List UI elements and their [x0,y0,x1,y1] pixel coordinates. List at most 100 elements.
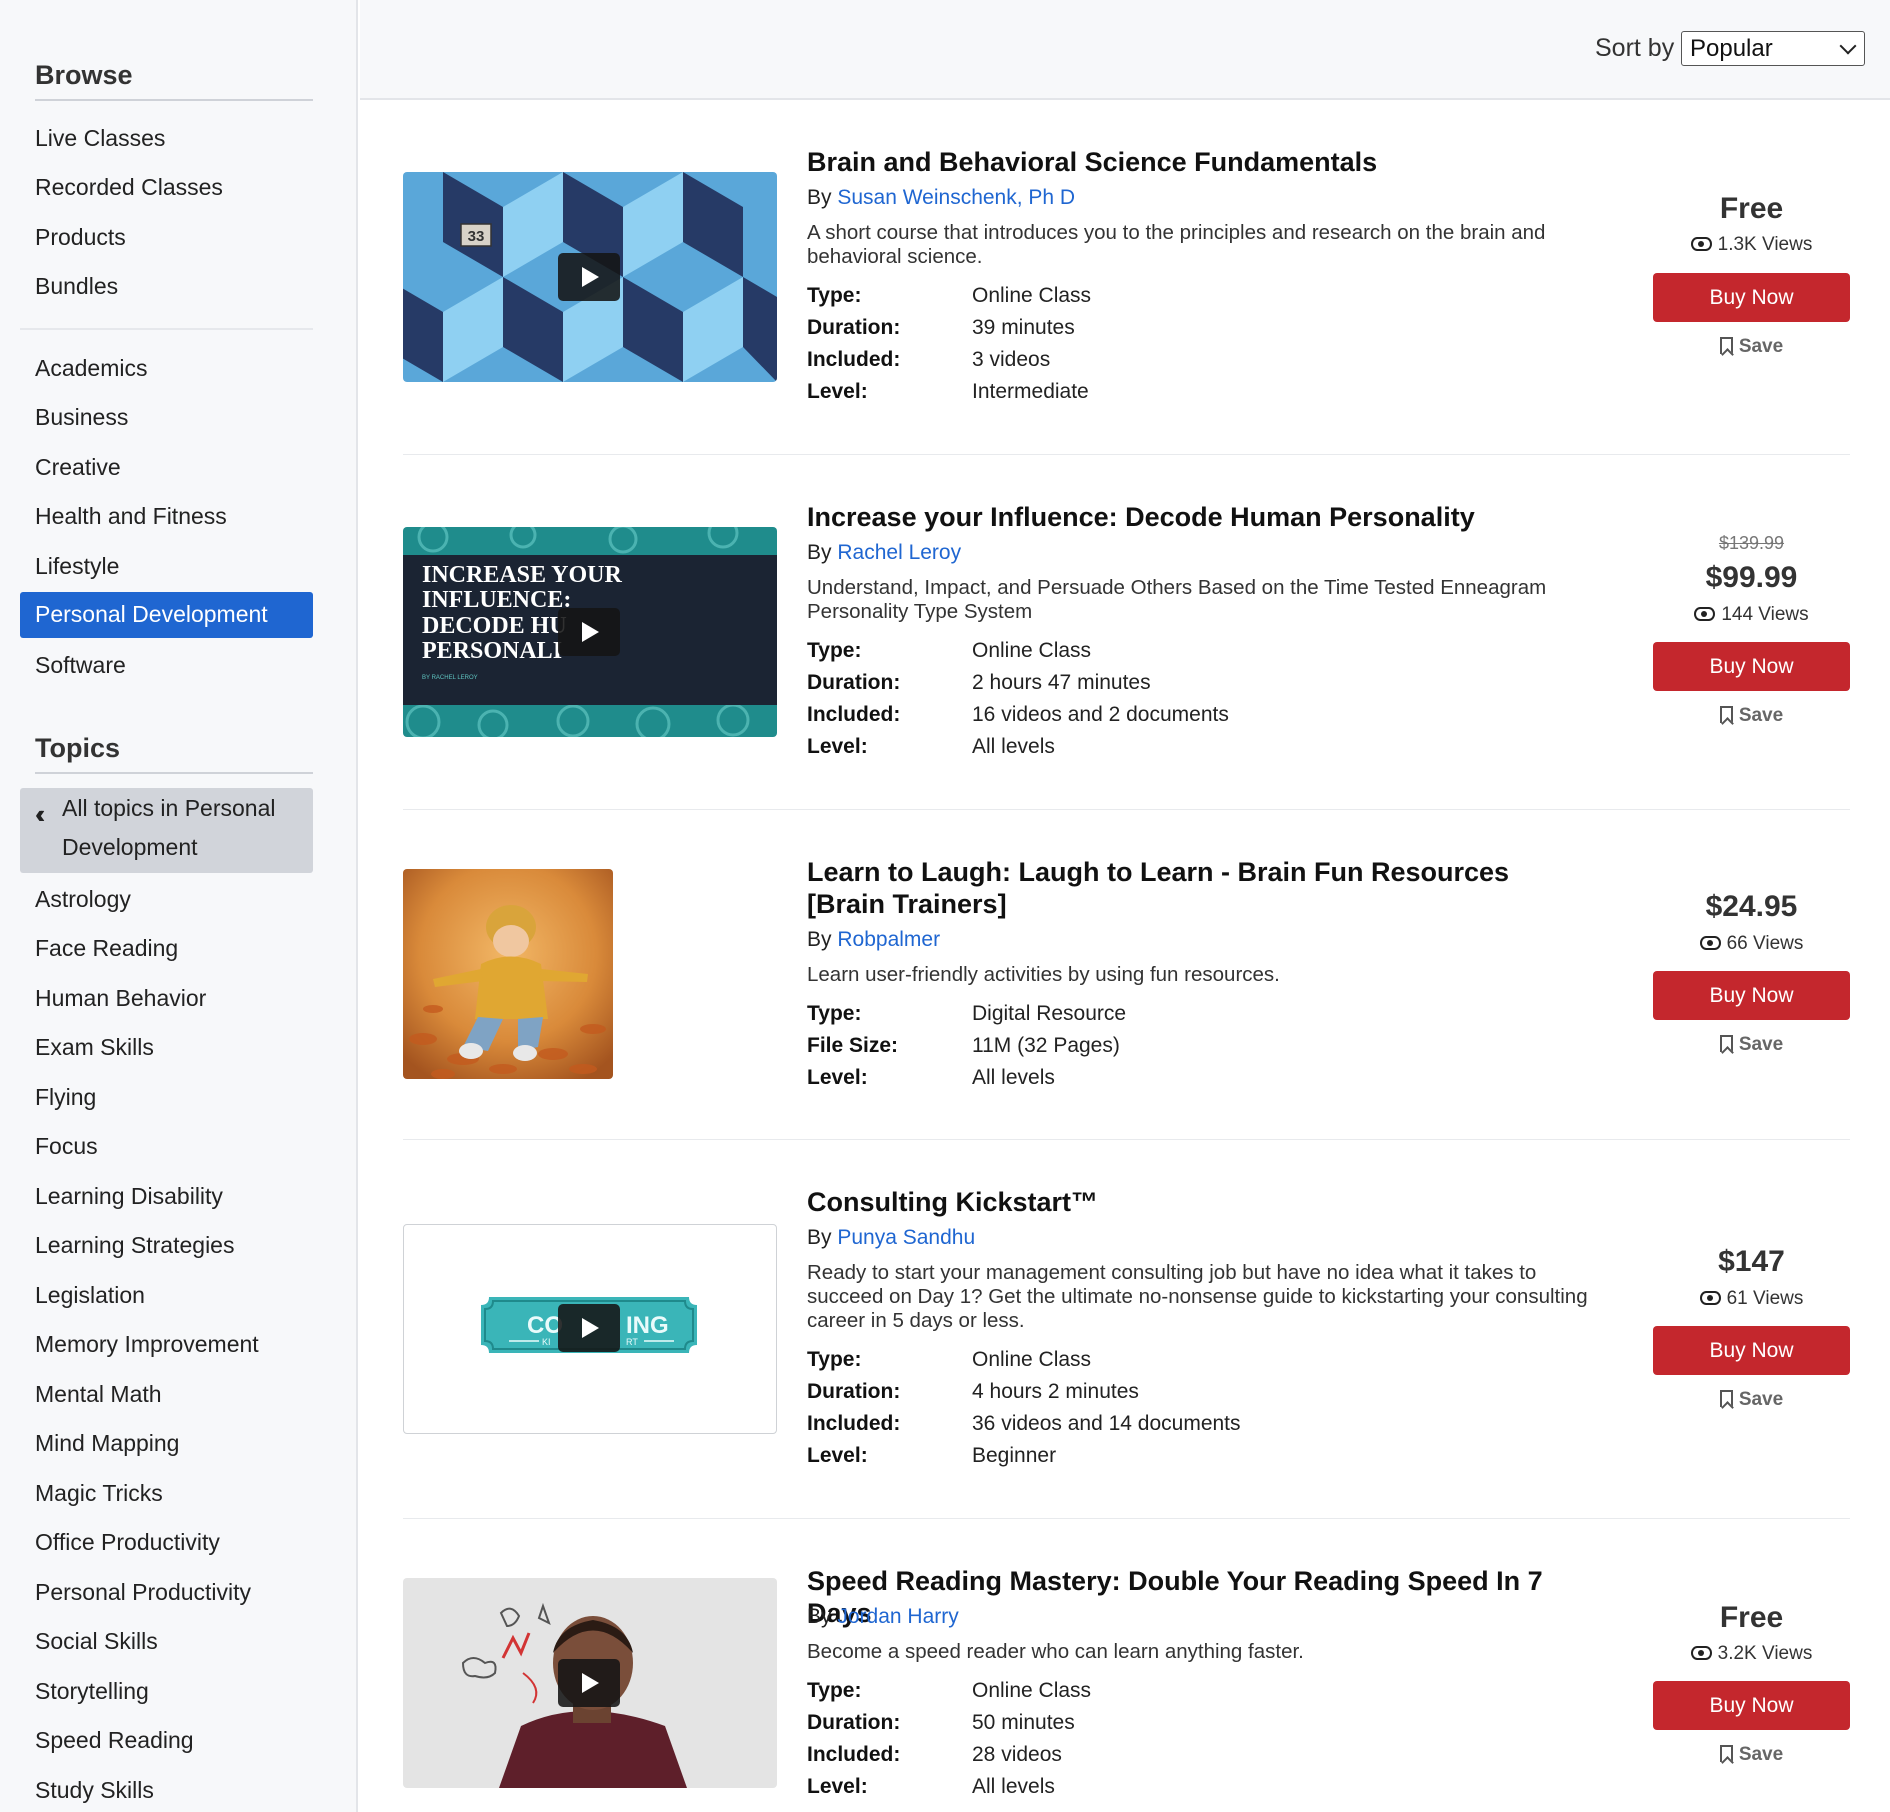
topic-item[interactable]: Storytelling [35,1678,149,1705]
sidebar-item-academics[interactable]: Academics [35,355,147,382]
course-thumbnail[interactable]: INCREASE YOUR INFLUENCE: DECODE HU PERSO… [403,527,777,737]
meta-key: Type: [807,1679,862,1702]
save-label: Save [1738,1744,1784,1765]
play-icon[interactable] [558,1659,620,1707]
sidebar-item-health-fitness[interactable]: Health and Fitness [35,503,227,530]
topic-item[interactable]: Focus [35,1133,98,1160]
topics-heading: Topics [35,733,121,763]
author-link[interactable]: Rachel Leroy [837,541,961,564]
topic-item[interactable]: Mind Mapping [35,1430,179,1457]
meta-key: File Size: [807,1034,899,1057]
list-item: INCREASE YOUR INFLUENCE: DECODE HU PERSO… [403,495,1850,785]
buy-now-button[interactable]: Buy Now [1653,1681,1850,1730]
item-divider [403,1518,1850,1519]
topic-item[interactable]: Speed Reading [35,1727,194,1754]
meta-key: Type: [807,639,862,662]
eye-icon [1690,237,1712,251]
all-topics-link[interactable]: ‹‹ All topics in Personal Development [20,788,313,873]
eye-icon [1699,936,1721,950]
buy-now-button[interactable]: Buy Now [1653,642,1850,691]
double-chevron-left-icon: ‹‹ [35,799,46,829]
bookmark-icon [1719,1390,1733,1407]
price: $147 [1718,1245,1785,1278]
save-button[interactable]: Save [1653,705,1850,727]
product-thumbnail[interactable] [403,869,613,1079]
sidebar-item-business[interactable]: Business [35,404,128,431]
sidebar-item-bundles[interactable]: Bundles [35,273,118,300]
sidebar-item-live-classes[interactable]: Live Classes [35,125,165,152]
topic-item[interactable]: Human Behavior [35,985,206,1012]
item-title[interactable]: Consulting Kickstart™ [807,1186,1567,1218]
save-button[interactable]: Save [1653,336,1850,358]
topic-item[interactable]: Legislation [35,1282,145,1309]
meta-value: 4 hours 2 minutes [972,1380,1139,1403]
topic-item[interactable]: Memory Improvement [35,1331,259,1358]
item-title[interactable]: Learn to Laugh: Laugh to Learn - Brain F… [807,856,1567,920]
sidebar-item-software[interactable]: Software [35,652,126,679]
sidebar-item-creative[interactable]: Creative [35,454,121,481]
buy-now-button[interactable]: Buy Now [1653,971,1850,1020]
by-label: By [807,186,832,209]
play-icon[interactable] [558,253,620,301]
item-title[interactable]: Increase your Influence: Decode Human Pe… [807,501,1567,533]
meta-key: Level: [807,1444,868,1467]
all-topics-label: All topics in Personal Development [62,795,276,860]
meta-value: Online Class [972,639,1092,662]
topic-item[interactable]: Learning Strategies [35,1232,234,1259]
sidebar-item-products[interactable]: Products [35,224,126,251]
price: Free [1719,192,1784,225]
author-link[interactable]: Robpalmer [837,928,940,951]
play-icon[interactable] [558,608,620,656]
meta-value: 11M (32 Pages) [972,1034,1120,1057]
author-link[interactable]: Susan Weinschenk, Ph D [837,186,1075,209]
views-count: 61 Views [1653,1288,1850,1310]
sort-select[interactable]: Popular [1681,31,1865,66]
save-button[interactable]: Save [1653,1034,1850,1056]
course-thumbnail[interactable]: 33 [403,172,777,382]
author-link[interactable]: Punya Sandhu [837,1226,975,1249]
thumbnail-image [403,869,613,1079]
by-label: By [807,928,832,951]
views-count: 144 Views [1653,604,1850,626]
topic-item[interactable]: Face Reading [35,935,178,962]
topic-item[interactable]: Astrology [35,886,131,913]
topics-rule [35,772,313,774]
topic-item[interactable]: Magic Tricks [35,1480,163,1507]
meta-key: Level: [807,1775,868,1798]
sidebar-item-personal-development[interactable]: Personal Development [20,592,313,638]
topic-item[interactable]: Flying [35,1084,96,1111]
sidebar: Browse Live Classes Recorded Classes Pro… [0,0,358,1812]
topic-item[interactable]: Learning Disability [35,1183,223,1210]
topic-item[interactable]: Study Skills [35,1777,154,1804]
meta-value: Online Class [972,1348,1092,1371]
course-thumbnail[interactable]: CO ING KI RT [403,1224,777,1434]
thumb-sub-right: RT [626,1337,638,1347]
buy-now-button[interactable]: Buy Now [1653,1326,1850,1375]
eye-icon [1699,1291,1721,1305]
item-description: Become a speed reader who can learn anyt… [807,1640,1304,1663]
meta-value: 2 hours 47 minutes [972,671,1151,694]
meta-value: 28 videos [972,1743,1062,1766]
save-button[interactable]: Save [1653,1744,1850,1766]
course-thumbnail[interactable] [403,1578,777,1788]
meta-value: All levels [972,735,1055,758]
item-title[interactable]: Brain and Behavioral Science Fundamental… [807,146,1567,178]
sidebar-item-lifestyle[interactable]: Lifestyle [35,553,119,580]
play-icon[interactable] [558,1304,620,1352]
meta-value: Intermediate [972,380,1089,403]
thumb-text-right: ING [626,1312,669,1339]
meta-key: Type: [807,1002,862,1025]
topic-item[interactable]: Personal Productivity [35,1579,251,1606]
sidebar-item-recorded-classes[interactable]: Recorded Classes [35,174,223,201]
buy-now-button[interactable]: Buy Now [1653,273,1850,322]
topic-item[interactable]: Office Productivity [35,1529,220,1556]
topic-item[interactable]: Social Skills [35,1628,158,1655]
save-label: Save [1738,336,1784,357]
thumb-text: INFLUENCE: [422,587,571,613]
save-button[interactable]: Save [1653,1389,1850,1411]
author-link[interactable]: Jordan Harry [837,1605,958,1628]
meta-key: Included: [807,348,901,371]
item-divider [403,809,1850,810]
topic-item[interactable]: Exam Skills [35,1034,154,1061]
topic-item[interactable]: Mental Math [35,1381,162,1408]
